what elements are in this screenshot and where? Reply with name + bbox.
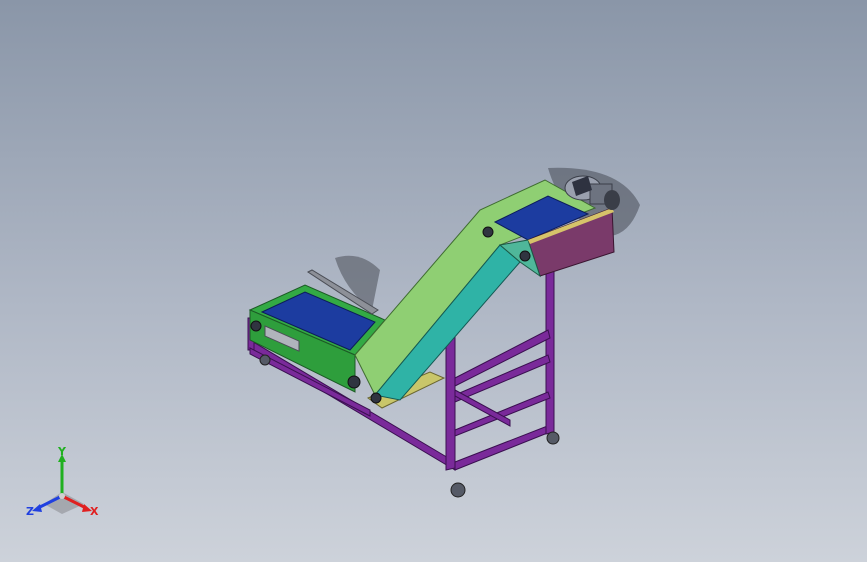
- cad-viewport[interactable]: Y X Z: [0, 0, 867, 562]
- x-axis-label: X: [90, 505, 99, 518]
- triad-graphic: [32, 454, 92, 514]
- z-axis-label: Z: [26, 505, 34, 518]
- frame-base-rail-right: [454, 424, 551, 471]
- coordinate-triad[interactable]: Y X Z: [22, 446, 112, 526]
- chip-conveyor-model[interactable]: [0, 0, 867, 562]
- y-axis-label: Y: [58, 445, 66, 458]
- frame-post-right: [545, 267, 555, 435]
